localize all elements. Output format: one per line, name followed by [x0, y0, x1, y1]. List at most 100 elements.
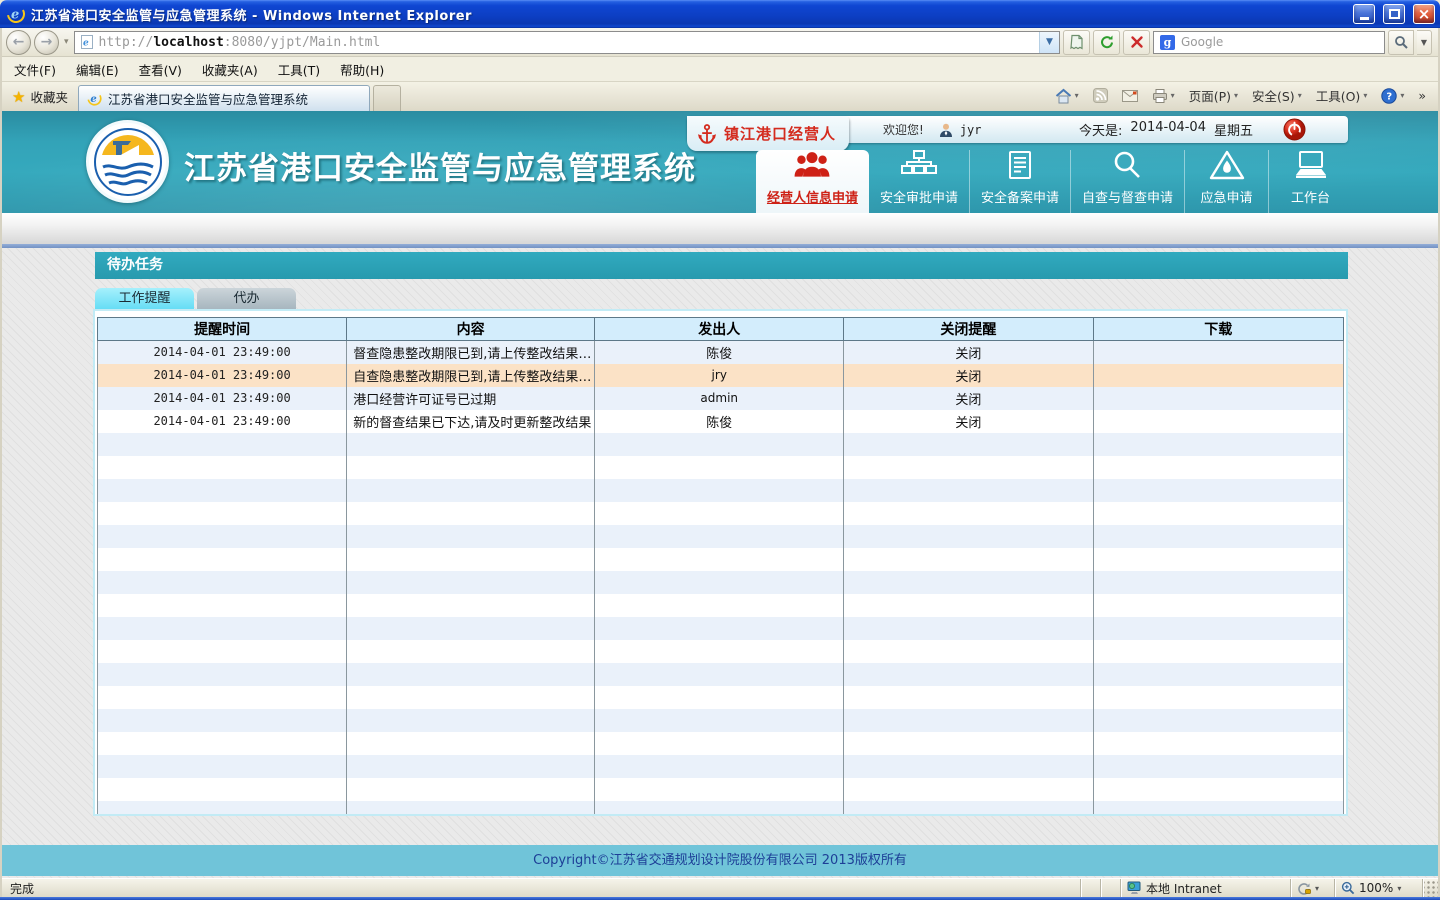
compatibility-view-button[interactable] — [1063, 30, 1090, 55]
restore-button[interactable] — [1383, 4, 1405, 24]
web-page: 江苏省港口安全监管与应急管理系统 镇江港口经营人 — [2, 111, 1438, 878]
history-dropdown-icon[interactable]: ▾ — [62, 37, 71, 47]
zoom-control[interactable]: 100% ▾ — [1334, 879, 1422, 897]
search-dropdown-icon[interactable]: ▼ — [1417, 30, 1432, 55]
date-value: 2014-04-04 — [1130, 120, 1206, 139]
print-dropdown-icon[interactable]: ▾ — [1171, 91, 1175, 100]
table-row[interactable]: 2014-04-01 23:49:00 自查隐患整改期限已到,请上传整改结果… … — [98, 364, 1344, 387]
col-download: 下载 — [1093, 318, 1343, 341]
menu-bar: 文件(F) 编辑(E) 查看(V) 收藏夹(A) 工具(T) 帮助(H) — [2, 57, 1438, 82]
today-label: 今天是: — [1079, 120, 1122, 139]
document-icon — [1004, 149, 1036, 181]
protected-dropdown-icon: ▾ — [1315, 884, 1319, 893]
cell-time: 2014-04-01 23:49:00 — [98, 387, 347, 410]
user-role-tab[interactable]: 镇江港口经营人 — [687, 116, 849, 151]
header-lower-band — [2, 213, 1438, 244]
safety-menu-button[interactable]: 安全(S) ▾ — [1246, 83, 1308, 108]
col-close-reminder: 关闭提醒 — [844, 318, 1093, 341]
google-icon: g — [1160, 35, 1175, 50]
menu-help[interactable]: 帮助(H) — [330, 56, 394, 83]
table-row[interactable]: 2014-04-01 23:49:00 港口经营许可证号已过期 admin 关闭 — [98, 387, 1344, 410]
forward-button[interactable]: → — [34, 30, 59, 55]
nav-workbench[interactable]: 工作台 — [1268, 150, 1352, 213]
svg-text:e: e — [90, 94, 96, 105]
cell-download — [1093, 410, 1343, 433]
tab-pending[interactable]: 代办 — [197, 288, 296, 309]
menu-favorites[interactable]: 收藏夹(A) — [192, 56, 268, 83]
table-row[interactable]: 2014-04-01 23:49:00 新的督查结果已下达,请及时更新整改结果 … — [98, 410, 1344, 433]
address-dropdown-button[interactable]: ▼ — [1039, 32, 1059, 53]
table-row-empty — [98, 755, 1344, 778]
logout-power-button[interactable] — [1283, 118, 1306, 141]
table-row-empty — [98, 525, 1344, 548]
home-button[interactable]: ▾ — [1049, 85, 1085, 107]
read-mail-button[interactable] — [1116, 87, 1144, 105]
nav-emergency[interactable]: 应急申请 — [1184, 150, 1268, 213]
browser-tab[interactable]: e 江苏省港口安全监管与应急管理系统 — [78, 85, 370, 111]
tools-menu-button[interactable]: 工具(O) ▾ — [1310, 83, 1374, 108]
col-remind-time: 提醒时间 — [98, 318, 347, 341]
home-dropdown-icon[interactable]: ▾ — [1075, 91, 1079, 100]
avatar-icon — [938, 122, 954, 138]
menu-tools[interactable]: 工具(T) — [268, 56, 330, 83]
new-tab-stub[interactable] — [373, 85, 401, 111]
nav-self-inspection[interactable]: 自查与督查申请 — [1070, 150, 1184, 213]
today-date: 今天是: 2014-04-04 星期五 — [1079, 120, 1253, 139]
app-header: 江苏省港口安全监管与应急管理系统 镇江港口经营人 — [2, 111, 1438, 213]
table-row-empty — [98, 433, 1344, 456]
cell-time: 2014-04-01 23:49:00 — [98, 364, 347, 387]
warning-triangle-icon — [1209, 149, 1245, 181]
search-placeholder: Google — [1181, 35, 1223, 49]
col-content: 内容 — [347, 318, 595, 341]
page-menu-button[interactable]: 页面(P) ▾ — [1183, 83, 1244, 108]
nav-label: 经营人信息申请 — [767, 187, 858, 206]
minimize-button[interactable] — [1353, 4, 1375, 24]
menu-file[interactable]: 文件(F) — [4, 56, 66, 83]
table-row-empty — [98, 686, 1344, 709]
resize-grip[interactable] — [1422, 879, 1438, 897]
tab-work-reminder[interactable]: 工作提醒 — [95, 288, 194, 309]
close-reminder-link[interactable]: 关闭 — [955, 370, 981, 385]
address-field[interactable]: e http://localhost:8080/yjpt/Main.html ▼ — [74, 31, 1060, 54]
menu-edit[interactable]: 编辑(E) — [66, 56, 129, 83]
restore-glyph — [1389, 9, 1400, 19]
cell-content: 督查隐患整改期限已到,请上传整改结果… — [347, 341, 595, 364]
cell-close: 关闭 — [844, 364, 1093, 387]
status-text: 完成 — [2, 879, 1080, 897]
close-button[interactable]: × — [1413, 4, 1435, 24]
help-dropdown-icon[interactable]: ▾ — [1400, 91, 1404, 100]
stop-button[interactable] — [1123, 30, 1150, 55]
table-row-empty — [98, 617, 1344, 640]
protected-mode-button[interactable]: ▾ — [1290, 879, 1334, 897]
tools-menu-label: 工具(O) — [1316, 86, 1361, 105]
table-row[interactable]: 2014-04-01 23:49:00 督查隐患整改期限已到,请上传整改结果… … — [98, 341, 1344, 364]
back-button[interactable]: ← — [6, 30, 31, 55]
feeds-button[interactable] — [1087, 85, 1114, 106]
refresh-button[interactable] — [1093, 30, 1120, 55]
nav-label: 安全备案申请 — [981, 187, 1059, 206]
favorites-star-icon: ★ — [12, 88, 25, 106]
overflow-chevron-icon[interactable]: » — [1412, 85, 1432, 106]
favorites-button[interactable]: ★ 收藏夹 — [8, 87, 78, 111]
intranet-icon — [1127, 881, 1142, 895]
status-spacer-1 — [1080, 879, 1100, 897]
menu-view[interactable]: 查看(V) — [129, 56, 192, 83]
nav-safety-record[interactable]: 安全备案申请 — [969, 150, 1070, 213]
table-row-empty — [98, 456, 1344, 479]
help-button[interactable]: ? ▾ — [1375, 85, 1410, 107]
search-input[interactable]: g Google — [1153, 31, 1385, 54]
cell-download — [1093, 364, 1343, 387]
nav-operator-info[interactable]: 经营人信息申请 — [756, 150, 869, 213]
close-reminder-link[interactable]: 关闭 — [955, 416, 981, 431]
close-reminder-link[interactable]: 关闭 — [955, 347, 981, 362]
favorites-bar: ★ 收藏夹 e 江苏省港口安全监管与应急管理系统 ▾ — [2, 82, 1438, 111]
search-button[interactable] — [1388, 30, 1414, 55]
minimize-glyph — [1360, 17, 1369, 20]
print-button[interactable]: ▾ — [1146, 85, 1181, 107]
status-spacer-2 — [1100, 879, 1120, 897]
security-zone[interactable]: 本地 Intranet — [1120, 879, 1290, 897]
close-reminder-link[interactable]: 关闭 — [955, 393, 981, 408]
page-dropdown-icon: ▾ — [1234, 91, 1238, 100]
nav-safety-approval[interactable]: 安全审批申请 — [869, 150, 969, 213]
workstation-icon — [1293, 149, 1329, 181]
